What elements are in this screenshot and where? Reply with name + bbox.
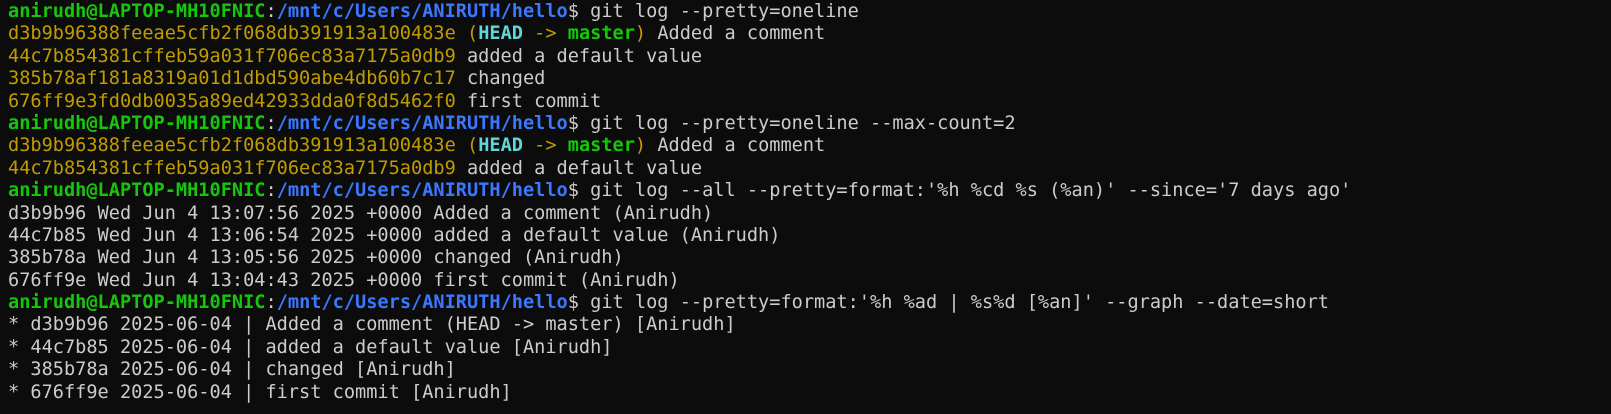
prompt-user: anirudh@LAPTOP-MH10FNIC (8, 112, 266, 134)
head-ref: HEAD (478, 135, 523, 157)
output-text: * 385b78a 2025-06-04 | changed [Anirudh] (8, 359, 456, 381)
prompt-symbol: : (265, 112, 277, 134)
output-text: 385b78a Wed Jun 4 13:05:56 2025 +0000 ch… (8, 247, 624, 269)
prompt-line: anirudh@LAPTOP-MH10FNIC:/mnt/c/Users/ANI… (8, 180, 1611, 202)
branch-name: master (567, 23, 635, 45)
prompt-path: /mnt/c/Users/ANIRUTH/hello (276, 1, 568, 22)
branch-name: master (567, 135, 635, 157)
ref-paren: ) (634, 135, 647, 157)
commit-hash: 676ff9e3fd0db0035a89ed42933dda0f8d5462f0 (8, 90, 456, 112)
prompt-symbol: $ (567, 1, 591, 22)
output-text: d3b9b96 Wed Jun 4 13:07:56 2025 +0000 Ad… (8, 202, 714, 224)
commit-hash: 44c7b854381cffeb59a031f706ec83a7175a0db9 (8, 157, 456, 179)
output-line: d3b9b96 Wed Jun 4 13:07:56 2025 +0000 Ad… (8, 203, 1611, 225)
output-text: changed (455, 68, 546, 90)
ref-arrow: -> (522, 135, 568, 157)
output-text: * 676ff9e 2025-06-04 | first commit [Ani… (8, 381, 512, 403)
output-line: 44c7b854381cffeb59a031f706ec83a7175a0db9… (8, 46, 1611, 68)
terminal-window[interactable]: anirudh@LAPTOP-MH10FNIC:/mnt/c/Users/ANI… (0, 0, 1611, 414)
ref-paren: ( (466, 23, 479, 45)
output-line: 676ff9e Wed Jun 4 13:04:43 2025 +0000 fi… (8, 270, 1611, 292)
output-text: Added a comment (646, 135, 826, 157)
prompt-path: /mnt/c/Users/ANIRUTH/hello (276, 292, 568, 314)
prompt-symbol: : (265, 180, 277, 202)
output-text: 44c7b85 Wed Jun 4 13:06:54 2025 +0000 ad… (8, 224, 781, 246)
output-line: * 44c7b85 2025-06-04 | added a default v… (8, 337, 1611, 359)
output-text: first commit (455, 90, 602, 112)
commit-hash: 44c7b854381cffeb59a031f706ec83a7175a0db9 (8, 45, 456, 67)
command-text: git log --pretty=format:'%h %ad | %s%d [… (590, 292, 1329, 314)
prompt-user: anirudh@LAPTOP-MH10FNIC (8, 1, 266, 22)
head-ref: HEAD (478, 23, 523, 45)
command-text: git log --pretty=oneline --max-count=2 (590, 112, 1016, 134)
output-text: 676ff9e Wed Jun 4 13:04:43 2025 +0000 fi… (8, 269, 680, 291)
output-text: added a default value (455, 45, 703, 67)
prompt-symbol: : (265, 1, 277, 22)
output-line: 44c7b854381cffeb59a031f706ec83a7175a0db9… (8, 158, 1611, 180)
commit-hash: d3b9b96388feeae5cfb2f068db391913a100483e (8, 135, 456, 157)
output-text: * 44c7b85 2025-06-04 | added a default v… (8, 336, 613, 358)
prompt-line: anirudh@LAPTOP-MH10FNIC:/mnt/c/Users/ANI… (8, 1, 1611, 23)
output-line: 385b78a Wed Jun 4 13:05:56 2025 +0000 ch… (8, 247, 1611, 269)
prompt-symbol: $ (567, 112, 591, 134)
output-line: * 676ff9e 2025-06-04 | first commit [Ani… (8, 382, 1611, 404)
prompt-symbol: : (265, 292, 277, 314)
output-line: 385b78af181a8319a01d1dbd590abe4db60b7c17… (8, 68, 1611, 90)
output-line: d3b9b96388feeae5cfb2f068db391913a100483e… (8, 23, 1611, 45)
commit-hash: d3b9b96388feeae5cfb2f068db391913a100483e (8, 23, 456, 45)
output-line: 676ff9e3fd0db0035a89ed42933dda0f8d5462f0… (8, 91, 1611, 113)
output-text: added a default value (455, 157, 703, 179)
output-line: d3b9b96388feeae5cfb2f068db391913a100483e… (8, 135, 1611, 157)
ref-arrow: -> (522, 23, 568, 45)
ref-paren: ) (634, 23, 647, 45)
output-line: * 385b78a 2025-06-04 | changed [Anirudh] (8, 359, 1611, 381)
ref-paren: ( (466, 135, 479, 157)
prompt-symbol: $ (567, 292, 591, 314)
prompt-user: anirudh@LAPTOP-MH10FNIC (8, 180, 266, 202)
prompt-user: anirudh@LAPTOP-MH10FNIC (8, 292, 266, 314)
commit-hash: 385b78af181a8319a01d1dbd590abe4db60b7c17 (8, 68, 456, 90)
command-text: git log --all --pretty=format:'%h %cd %s… (590, 180, 1352, 202)
prompt-symbol: $ (567, 180, 591, 202)
output-text: Added a comment (646, 23, 826, 45)
output-line: 44c7b85 Wed Jun 4 13:06:54 2025 +0000 ad… (8, 225, 1611, 247)
output-text: * d3b9b96 2025-06-04 | Added a comment (… (8, 314, 736, 336)
prompt-line: anirudh@LAPTOP-MH10FNIC:/mnt/c/Users/ANI… (8, 113, 1611, 135)
command-text: git log --pretty=oneline (590, 1, 859, 22)
prompt-path: /mnt/c/Users/ANIRUTH/hello (276, 112, 568, 134)
prompt-path: /mnt/c/Users/ANIRUTH/hello (276, 180, 568, 202)
prompt-line: anirudh@LAPTOP-MH10FNIC:/mnt/c/Users/ANI… (8, 292, 1611, 314)
output-line: * d3b9b96 2025-06-04 | Added a comment (… (8, 314, 1611, 336)
